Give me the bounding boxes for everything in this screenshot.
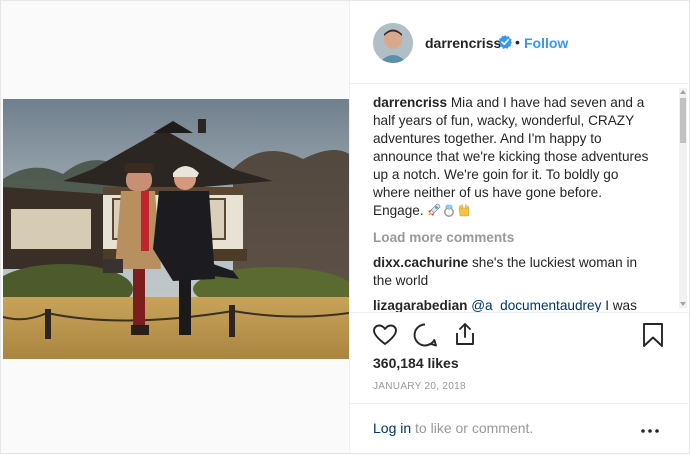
comment-text: I was [605,298,637,312]
caption-username[interactable]: darrencriss [373,95,447,110]
share-icon[interactable] [452,321,478,347]
instagram-post: darrencriss • Follow darrencriss Mia and… [0,0,690,454]
scroll-down-arrow-icon[interactable] [679,300,687,308]
login-prompt: Log in to like or comment. [350,403,689,455]
comment-mention-link[interactable]: @a_documentaudrey [471,298,601,312]
heart-icon[interactable] [372,322,398,348]
caption: darrencriss Mia and I have had seven and… [373,94,649,220]
header-username[interactable]: darrencriss [425,35,501,51]
verified-badge-icon [498,35,512,49]
post-sidebar: darrencriss • Follow darrencriss Mia and… [350,1,689,453]
login-link[interactable]: Log in [373,420,411,436]
scroll-up-arrow-icon[interactable] [679,88,687,96]
separator-dot: • [515,34,520,50]
bookmark-icon[interactable] [640,322,666,348]
likes-count[interactable]: 360,184 likes [373,355,459,371]
scrollbar-thumb[interactable] [680,98,686,143]
login-rest-text: to like or comment. [415,420,534,436]
load-more-comments-button[interactable]: Load more comments [373,230,514,245]
comment-username[interactable]: lizagarabedian [373,298,467,312]
comments-section: darrencriss Mia and I have had seven and… [350,84,676,312]
comment-item: lizagarabedian @a_documentaudrey I was [373,297,663,312]
caption-text: Mia and I have had seven and a half year… [373,95,649,218]
vulcan-salute-emoji-icon [457,203,471,217]
login-prompt-text: Log in to like or comment. [373,420,533,436]
comment-item: dixx.cachurine she's the luckiest woman … [373,254,643,290]
rocket-emoji-icon [427,203,441,217]
post-media [1,1,349,453]
more-options-icon[interactable] [640,428,660,434]
follow-button[interactable]: Follow [524,35,568,51]
comment-username[interactable]: dixx.cachurine [373,255,468,270]
avatar[interactable] [373,23,413,63]
comment-icon[interactable] [412,322,438,348]
comments-scrollbar[interactable] [679,88,687,308]
ring-emoji-icon [442,203,456,217]
post-actions: 360,184 likes JANUARY 20, 2018 Log in to… [350,312,689,454]
post-date[interactable]: JANUARY 20, 2018 [373,381,466,392]
post-header: darrencriss • Follow [350,1,689,84]
post-photo[interactable] [3,99,349,359]
